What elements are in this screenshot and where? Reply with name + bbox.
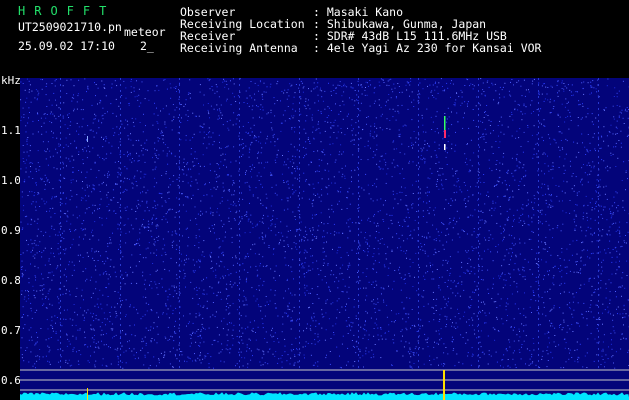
antenna-label: Receiving Antenna [180,41,298,55]
image-index: 2_ [140,39,154,53]
meteor-tag: meteor [124,25,166,39]
meteor-echo-head [444,116,446,130]
y-tick-label: 0.7 [1,324,21,337]
y-tick-label: 0.8 [1,274,21,287]
y-tick-label: 1.0 [1,174,21,187]
minor-echo [87,136,88,142]
minor-spectrum-peak [87,388,88,400]
meteor-echo-core [444,130,446,138]
y-tick-label: 1.1 [1,124,21,137]
y-tick-label: 0.9 [1,224,21,237]
hrofft-logo: HROFFT [18,4,116,18]
y-axis-unit: kHz [1,74,21,87]
timestamp: 25.09.02 17:10 [18,39,115,53]
filename-label: UT2509021710.pn [18,20,122,34]
meteor-echo-tail [444,144,446,150]
spectrogram-background [20,78,629,400]
waterfall-spectrogram [20,78,629,400]
header-panel: HROFFT UT2509021710.pn meteor 25.09.02 1… [0,0,629,75]
antenna-value: : 4ele Yagi Az 230 for Kansai VOR [313,41,542,55]
meteor-spectrum-peak [443,370,445,400]
y-tick-label: 0.6 [1,374,21,387]
